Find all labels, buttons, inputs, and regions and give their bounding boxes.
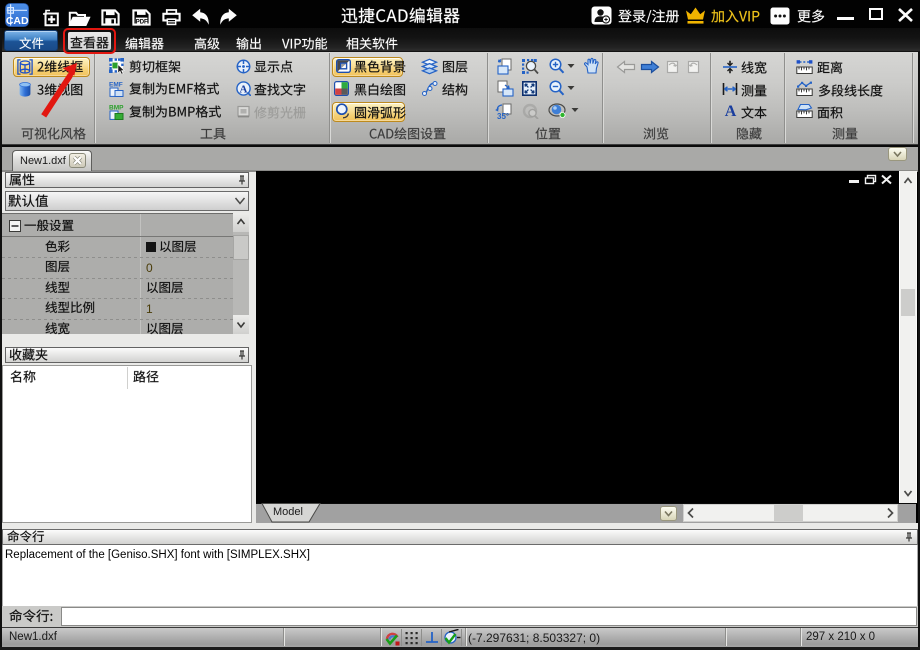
svg-text:A: A	[240, 83, 248, 95]
svg-text:35°: 35°	[497, 112, 509, 120]
svg-text:BMP: BMP	[109, 105, 124, 112]
svg-text:PDF: PDF	[136, 20, 148, 26]
svg-text:EMF: EMF	[109, 82, 123, 89]
svg-text:CAD: CAD	[6, 15, 29, 27]
